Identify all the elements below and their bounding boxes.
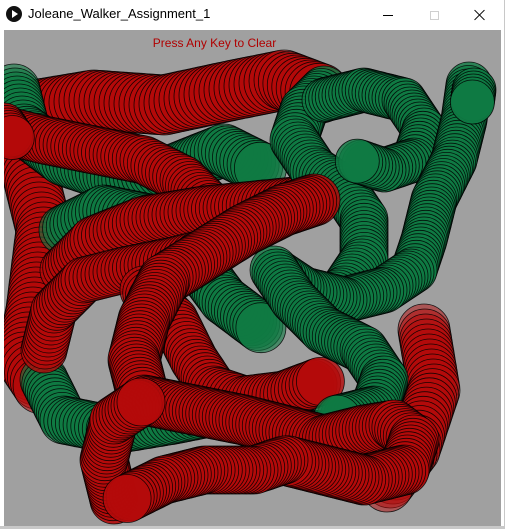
trail-circle xyxy=(116,377,166,427)
app-window: Joleane_Walker_Assignment_1 Press Any Ke… xyxy=(0,0,505,529)
close-icon xyxy=(474,9,486,21)
maximize-button[interactable] xyxy=(411,0,457,30)
minimize-button[interactable] xyxy=(365,0,411,30)
close-button[interactable] xyxy=(457,0,503,30)
title-bar[interactable]: Joleane_Walker_Assignment_1 xyxy=(0,0,504,30)
processing-play-icon xyxy=(6,6,22,22)
trail-circle xyxy=(102,474,152,523)
minimize-icon xyxy=(383,14,393,16)
circle-trails xyxy=(4,49,497,525)
window-title: Joleane_Walker_Assignment_1 xyxy=(28,6,211,21)
trail-circle xyxy=(449,79,495,125)
maximize-icon xyxy=(429,10,439,20)
trail-circle xyxy=(334,138,380,184)
sketch-canvas[interactable]: Press Any Key to Clear xyxy=(4,30,501,526)
